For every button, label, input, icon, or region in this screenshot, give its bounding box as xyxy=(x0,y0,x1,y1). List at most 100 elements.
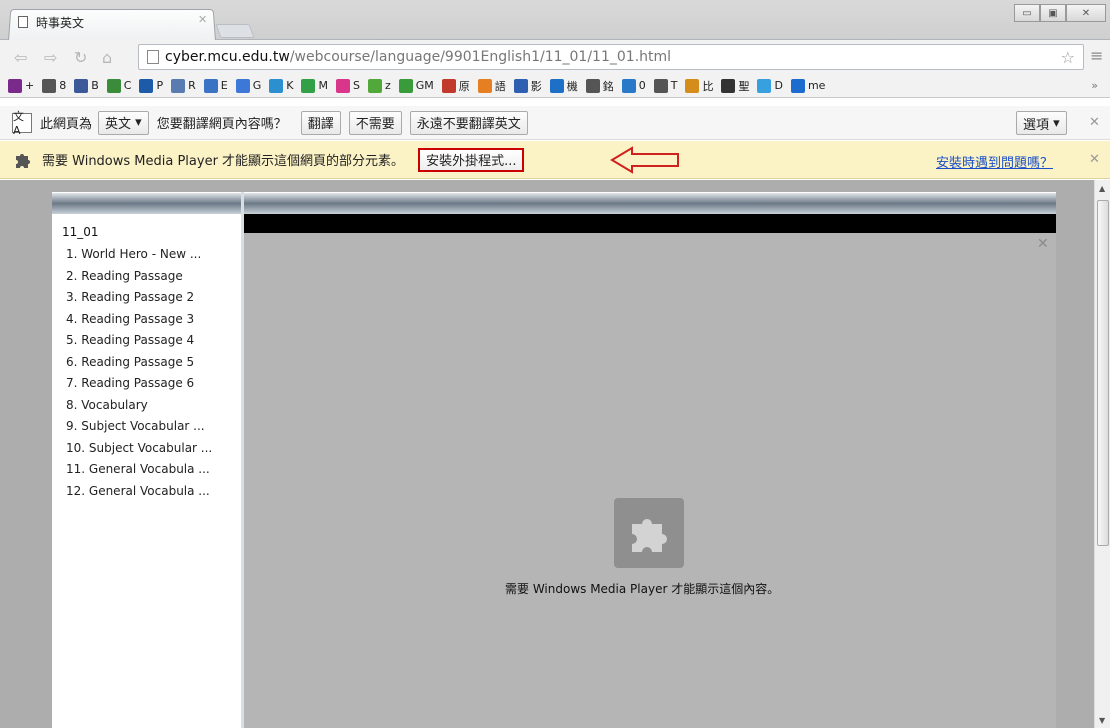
ie-e-icon xyxy=(790,78,805,93)
bookmark-item[interactable]: me xyxy=(790,78,826,93)
bookmark-label: G xyxy=(252,79,262,92)
play-gm-icon xyxy=(398,78,413,93)
plugin-message: 需要 Windows Media Player 才能顯示這個網頁的部分元素。 xyxy=(42,154,405,169)
media-player-area[interactable] xyxy=(244,233,1056,728)
bookmark-label: 機 xyxy=(566,79,578,93)
lesson-list-item[interactable]: 11. General Vocabula ... xyxy=(66,459,212,481)
menu-icon[interactable]: ≡ xyxy=(1090,46,1103,65)
bookmark-star-icon[interactable]: ☆ xyxy=(1061,48,1075,67)
install-help-link[interactable]: 安裝時遇到問題嗎？ xyxy=(936,152,1053,171)
minimize-icon[interactable]: ▭ xyxy=(1014,4,1040,22)
orange-bird-icon xyxy=(685,78,700,93)
lesson-list-item[interactable]: 7. Reading Passage 6 xyxy=(66,373,212,395)
puzzle-icon xyxy=(16,153,30,168)
pink-s-icon xyxy=(335,78,350,93)
bookmark-item[interactable]: 比 xyxy=(685,78,713,94)
bookmark-label: 影 xyxy=(530,79,542,93)
bookmark-label: C xyxy=(123,79,132,92)
bookmark-item[interactable]: 聖 xyxy=(721,78,749,94)
bookmark-item[interactable]: B xyxy=(74,78,99,93)
player-top-bar xyxy=(244,214,1056,233)
page-icon xyxy=(42,78,57,93)
page-icon xyxy=(585,78,600,93)
scroll-down-icon[interactable]: ▼ xyxy=(1099,716,1105,725)
bookmark-label: 0 xyxy=(638,79,646,92)
lesson-list: 1. World Hero - New ... 2. Reading Passag… xyxy=(66,244,212,502)
frame-header xyxy=(52,192,1056,214)
bookmark-item[interactable]: 原 xyxy=(441,78,470,94)
lesson-list-item[interactable]: 8. Vocabulary xyxy=(66,395,212,417)
plugin-required-message: 需要 Windows Media Player 才能顯示這個內容。 xyxy=(505,582,780,596)
no-translate-button[interactable]: 不需要 xyxy=(348,110,402,135)
lesson-list-item[interactable]: 3. Reading Passage 2 xyxy=(66,287,212,309)
blue-g-icon xyxy=(235,78,250,93)
close-window-icon[interactable]: ✕ xyxy=(1066,4,1106,22)
bookmark-label: + xyxy=(25,79,35,92)
bookmark-item[interactable]: 8 xyxy=(42,78,66,93)
bookmark-item[interactable]: + xyxy=(8,78,35,93)
maximize-icon[interactable]: ▣ xyxy=(1040,4,1066,22)
green-m-icon xyxy=(301,78,316,93)
bookmark-label: GM xyxy=(415,79,434,92)
reload-icon[interactable]: ↻ xyxy=(74,48,87,67)
bookmark-label: 原 xyxy=(458,79,470,93)
bookmark-item[interactable]: R xyxy=(171,78,196,93)
install-plugin-button[interactable]: 安裝外掛程式... xyxy=(418,147,525,172)
bookmark-label: me xyxy=(807,79,826,92)
options-button[interactable]: 選項 ▾ xyxy=(1016,111,1067,135)
translate-close-icon[interactable]: ✕ xyxy=(1089,115,1100,130)
bookmark-item[interactable]: T xyxy=(653,78,677,93)
bookmark-item[interactable]: K xyxy=(269,78,293,93)
url-path: /webcourse/language/9901English1/11_01/1… xyxy=(289,49,672,65)
bookmark-item[interactable]: M xyxy=(301,78,328,93)
lesson-list-item[interactable]: 12. General Vocabula ... xyxy=(66,481,212,503)
scroll-up-icon[interactable]: ▲ xyxy=(1099,184,1105,193)
bookmark-label: E xyxy=(220,79,228,92)
bookmark-label: M xyxy=(318,79,328,92)
bookmark-item[interactable]: z xyxy=(367,78,391,93)
translate-button[interactable]: 翻譯 xyxy=(300,110,341,135)
lesson-list-item[interactable]: 6. Reading Passage 5 xyxy=(66,352,212,374)
lesson-list-item[interactable]: 4. Reading Passage 3 xyxy=(66,309,212,331)
plugin-close-icon[interactable]: ✕ xyxy=(1089,152,1100,167)
puzzle-icon xyxy=(632,519,667,552)
bookmark-item[interactable]: S xyxy=(335,78,360,93)
bookmark-label: S xyxy=(352,79,360,92)
bookmark-item[interactable]: G xyxy=(235,78,262,93)
translate-icon: 文A xyxy=(12,110,32,137)
language-select[interactable]: 英文 ▾ xyxy=(98,110,149,135)
address-bar[interactable]: cyber.mcu.edu.tw /webcourse/language/990… xyxy=(138,44,1084,70)
back-icon[interactable]: ⇦ xyxy=(14,48,27,67)
forward-icon[interactable]: ⇨ xyxy=(44,48,57,67)
vertical-scrollbar[interactable]: ▲ ▼ xyxy=(1094,180,1110,728)
blue-box-icon xyxy=(513,78,528,93)
bookmark-item[interactable]: C xyxy=(106,78,132,93)
window-controls: ▭ ▣ ✕ xyxy=(1014,4,1106,22)
lesson-list-item[interactable]: 1. World Hero - New ... xyxy=(66,244,212,266)
player-close-icon[interactable]: ✕ xyxy=(1037,236,1049,252)
bookmark-item[interactable]: P xyxy=(139,78,163,93)
tab-content[interactable]: 時事英文 xyxy=(18,12,84,32)
lesson-list-item[interactable]: 10. Subject Vocabular ... xyxy=(66,438,212,460)
new-tab-button[interactable] xyxy=(215,24,255,38)
never-translate-button[interactable]: 永遠不要翻譯英文 xyxy=(409,110,528,135)
bookmark-item[interactable]: D xyxy=(757,78,783,93)
bookmark-item[interactable]: 0 xyxy=(621,78,646,93)
bookmark-label: 比 xyxy=(702,79,714,93)
bookmark-item[interactable]: 機 xyxy=(549,78,578,94)
home-icon[interactable]: ⌂ xyxy=(102,48,112,67)
bookmark-item[interactable]: 影 xyxy=(513,78,542,94)
browser-toolbar: ⇦ ⇨ ↻ ⌂ cyber.mcu.edu.tw /webcourse/lang… xyxy=(0,40,1110,74)
bookmark-item[interactable]: 銘 xyxy=(585,78,614,94)
scroll-thumb[interactable] xyxy=(1097,200,1109,546)
bookmark-item[interactable]: E xyxy=(203,78,228,93)
lesson-list-item[interactable]: 2. Reading Passage xyxy=(66,266,212,288)
lesson-title: 11_01 xyxy=(62,225,99,239)
tab-close-icon[interactable]: ✕ xyxy=(198,13,207,26)
bookmark-item[interactable]: 語 xyxy=(477,78,506,94)
missing-plugin-icon[interactable] xyxy=(614,498,684,568)
bookmarks-overflow-icon[interactable]: » xyxy=(1091,79,1098,92)
bookmark-item[interactable]: GM xyxy=(398,78,434,93)
lesson-list-item[interactable]: 5. Reading Passage 4 xyxy=(66,330,212,352)
lesson-list-item[interactable]: 9. Subject Vocabular ... xyxy=(66,416,212,438)
